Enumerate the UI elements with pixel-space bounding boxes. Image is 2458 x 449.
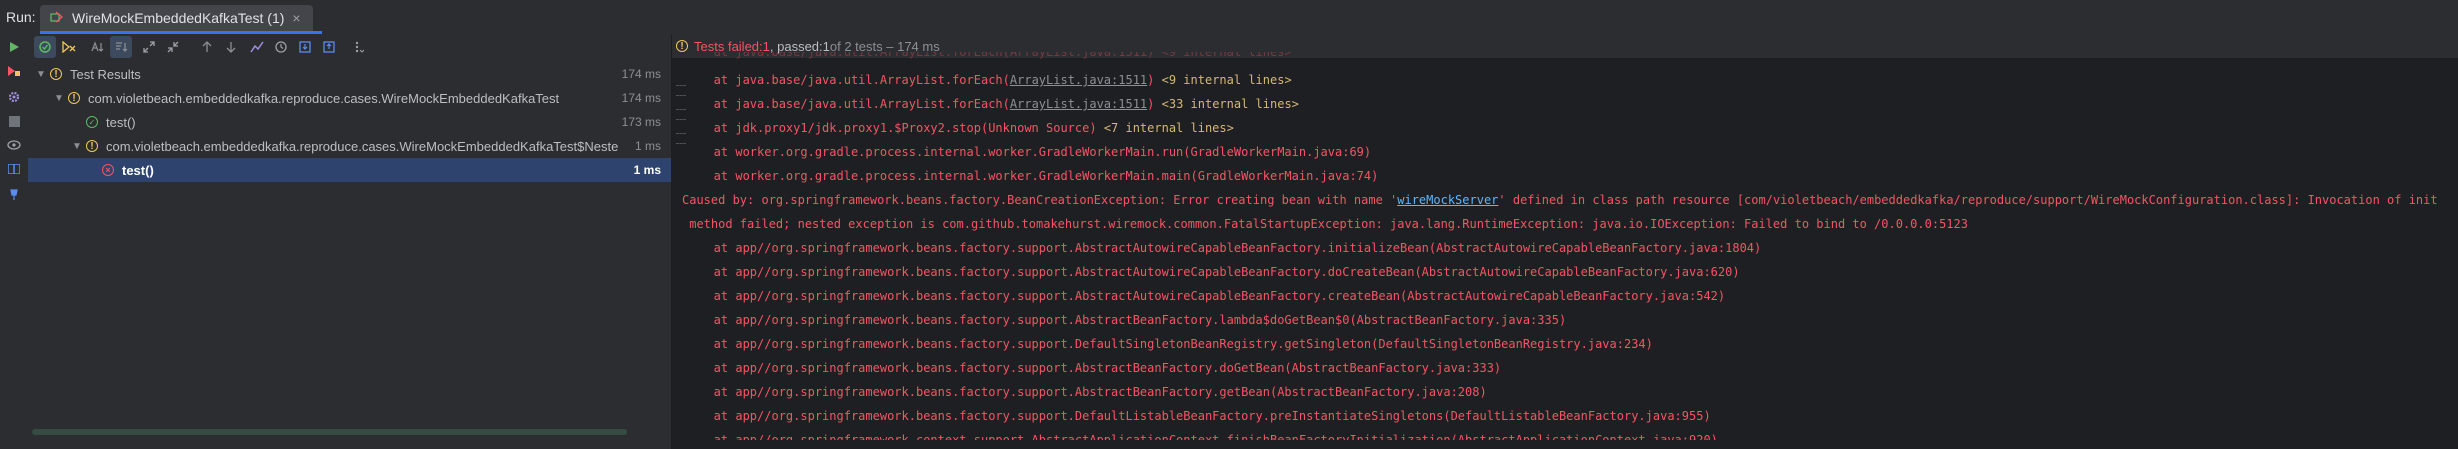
console-output[interactable]: ! Tests failed: 1 , passed: 1 of 2 tests… [672, 34, 2458, 449]
caused-by-continuation: method failed; nested exception is com.g… [682, 217, 1968, 231]
tree-row-label: test() [122, 162, 154, 178]
stack-frame: at app//org.springframework.beans.factor… [692, 265, 1740, 279]
warning-icon: ! [50, 68, 62, 80]
pin-icon[interactable] [3, 184, 25, 206]
sort-duration-icon[interactable] [110, 36, 132, 58]
chevron-down-icon[interactable]: ▼ [70, 141, 84, 152]
stack-frame: at app//org.springframework.beans.factor… [692, 385, 1487, 399]
warning-icon: ! [676, 40, 688, 52]
show-passed-icon[interactable] [34, 36, 56, 58]
history-icon[interactable] [270, 36, 292, 58]
show-ignored-icon[interactable] [58, 36, 80, 58]
console-line: at worker.org.gradle.process.internal.wo… [692, 169, 1379, 183]
fold-marker[interactable] [676, 85, 686, 96]
tree-row-duration: 174 ms [621, 91, 661, 105]
tree-row-label: com.violetbeach.embeddedkafka.reproduce.… [88, 90, 560, 106]
next-failed-icon[interactable] [220, 36, 242, 58]
tree-row-duration: 1 ms [633, 163, 661, 177]
stack-frame: at app//org.springframework.beans.factor… [692, 361, 1502, 375]
tree-row-duration: 173 ms [621, 115, 661, 129]
tree-row-duration: 1 ms [634, 139, 661, 153]
export-tests-icon[interactable] [318, 36, 340, 58]
test-run-icon [50, 11, 64, 26]
stack-frame: at app//org.springframework.beans.factor… [692, 313, 1567, 327]
status-suffix: of 2 tests – 174 ms [829, 38, 940, 54]
more-options-icon[interactable] [348, 36, 370, 58]
chevron-down-icon[interactable]: ▼ [34, 69, 48, 80]
console-line: at jdk.proxy1/jdk.proxy1.$Proxy2.stop(Un… [692, 121, 1234, 135]
bean-name-link[interactable]: wireMockServer [1397, 193, 1498, 207]
tree-row-test-class[interactable]: ▼ ! com.violetbeach.embeddedkafka.reprod… [28, 86, 671, 110]
run-label: Run: [6, 9, 36, 25]
tree-row-label: Test Results [70, 66, 141, 82]
console-line: at java.base/java.util.ArrayList.forEach… [692, 97, 1299, 111]
console-line: at worker.org.gradle.process.internal.wo… [692, 145, 1372, 159]
caused-by-line: Caused by: org.springframework.beans.fac… [682, 193, 2438, 207]
warning-icon: ! [68, 92, 80, 104]
stack-frame: at app//org.springframework.beans.factor… [692, 289, 1726, 303]
close-tab-icon[interactable]: × [292, 10, 300, 26]
horizontal-scrollbar[interactable] [32, 429, 627, 435]
stack-frame: at app//org.springframework.beans.factor… [692, 409, 1711, 423]
import-tests-icon[interactable] [294, 36, 316, 58]
tree-row-test-method[interactable]: ✓ test() 173 ms [28, 110, 671, 134]
console-line: at java.base/java.util.ArrayList.forEach… [692, 73, 1292, 87]
fold-marker[interactable] [676, 109, 686, 120]
status-mid: , passed: [769, 38, 823, 54]
internal-lines-fold[interactable]: <33 internal lines> [1162, 97, 1299, 111]
eye-icon[interactable] [3, 134, 25, 156]
run-toolwindow-header: Run: WireMockEmbeddedKafkaTest (1) × [0, 0, 2458, 35]
expand-all-icon[interactable] [138, 36, 160, 58]
internal-lines-fold[interactable]: <9 internal lines> [1162, 73, 1292, 87]
console-gutter [672, 58, 692, 449]
coverage-icon[interactable] [246, 36, 268, 58]
source-link[interactable]: ArrayList.java:1511 [1010, 97, 1147, 111]
status-prefix: Tests failed: [694, 38, 763, 54]
tree-row-label: com.violetbeach.embeddedkafka.reproduce.… [106, 138, 619, 154]
layout-icon[interactable] [3, 158, 25, 180]
test-tree-toolbar [28, 34, 671, 58]
stack-frame: at app//org.springframework.beans.factor… [692, 241, 1762, 255]
rerun-icon[interactable] [3, 36, 25, 58]
chevron-down-icon[interactable]: ▼ [52, 93, 66, 104]
previous-failed-icon[interactable] [196, 36, 218, 58]
source-link[interactable]: ArrayList.java:1511 [1010, 73, 1147, 87]
run-tab-title: WireMockEmbeddedKafkaTest (1) [72, 10, 285, 26]
rerun-failed-icon[interactable] [3, 60, 25, 82]
tree-row-duration: 174 ms [621, 67, 661, 81]
tree-row-test-results[interactable]: ▼ ! Test Results 174 ms [28, 62, 671, 86]
failed-x-icon: × [102, 164, 114, 176]
sort-alpha-icon[interactable] [86, 36, 108, 58]
collapse-all-icon[interactable] [162, 36, 184, 58]
run-side-toolbar [0, 34, 29, 449]
stop-icon[interactable] [3, 110, 25, 132]
stack-frame: at app//org.springframework.beans.factor… [692, 337, 1653, 351]
run-tab[interactable]: WireMockEmbeddedKafkaTest (1) × [40, 5, 313, 31]
passed-check-icon: ✓ [86, 116, 98, 128]
fold-marker[interactable] [676, 133, 686, 144]
status-passed-count: 1 [822, 38, 830, 54]
stack-frame: at app//org.springframework.context.supp… [692, 433, 1718, 447]
status-failed-count: 1 [762, 38, 770, 54]
internal-lines-fold[interactable]: <7 internal lines> [1104, 121, 1234, 135]
settings-gear-icon[interactable] [3, 86, 25, 108]
warning-icon: ! [86, 140, 98, 152]
test-results-panel: ▼ ! Test Results 174 ms ▼ ! com.violetbe… [28, 34, 672, 449]
tree-row-label: test() [106, 114, 136, 130]
tree-row-nested-class[interactable]: ▼ ! com.violetbeach.embeddedkafka.reprod… [28, 134, 671, 158]
tree-row-failed-test[interactable]: × test() 1 ms [28, 158, 671, 182]
